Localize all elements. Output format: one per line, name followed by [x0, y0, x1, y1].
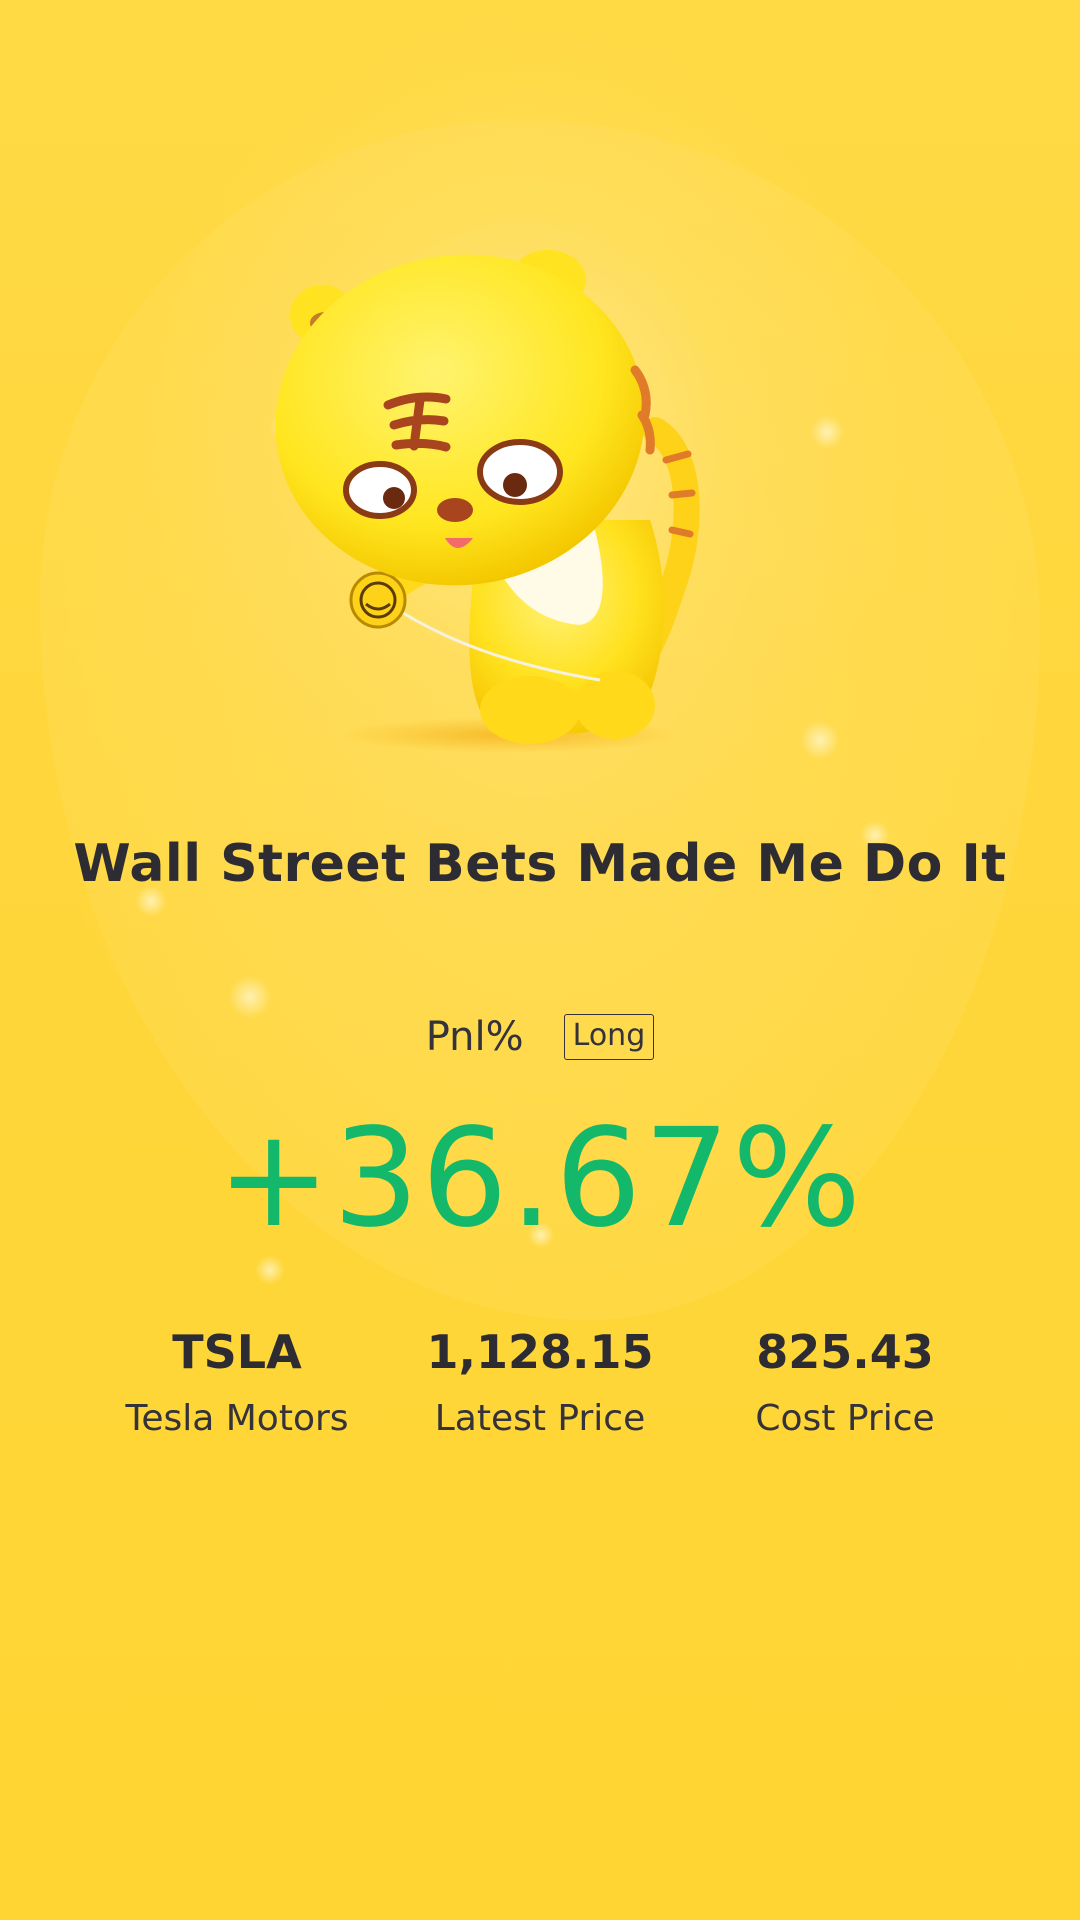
pnl-label: Pnl%	[425, 1014, 524, 1060]
latest-price-value: 1,128.15	[426, 1325, 654, 1379]
page-title: Wall Street Bets Made Me Do It	[73, 834, 1007, 894]
stat-ticker: TSLA Tesla Motors	[87, 1320, 387, 1442]
company-name: Tesla Motors	[125, 1398, 349, 1439]
pnl-percentage: +36.67%	[216, 1100, 864, 1258]
sparkle-decoration	[228, 975, 272, 1019]
stat-cost-price: 825.43 Cost Price	[695, 1320, 995, 1442]
stat-latest-price: 1,128.15 Latest Price	[390, 1320, 690, 1442]
latest-price-label: Latest Price	[434, 1398, 646, 1439]
cost-price-label: Cost Price	[755, 1398, 935, 1439]
sparkle-decoration	[255, 1255, 285, 1285]
position-badge: Long	[563, 1014, 655, 1060]
pnl-header: Pnl% Long	[0, 1014, 1080, 1060]
tiger-mascot-icon	[275, 250, 700, 753]
stats-row: TSLA Tesla Motors 1,128.15 Latest Price …	[0, 1320, 1080, 1470]
cost-price-value: 825.43	[756, 1325, 934, 1379]
ticker-symbol: TSLA	[172, 1325, 302, 1379]
sparkle-decoration	[800, 720, 840, 760]
sparkle-decoration	[810, 415, 844, 449]
